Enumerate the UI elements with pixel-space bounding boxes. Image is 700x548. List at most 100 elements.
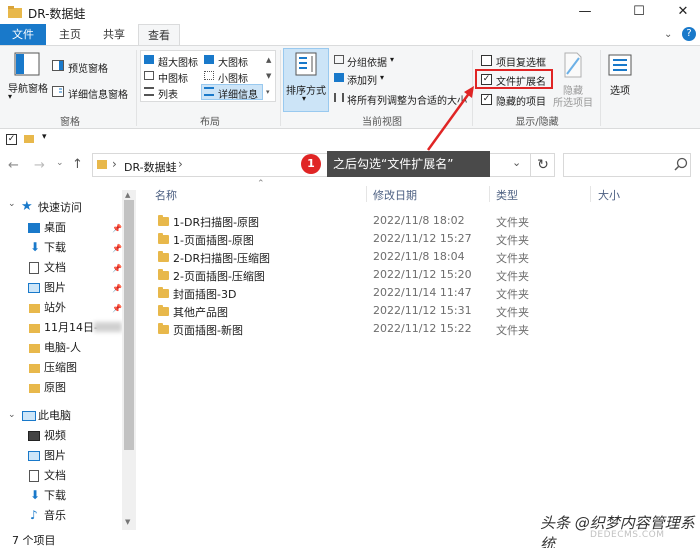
divider: [280, 50, 281, 126]
small-icon: [204, 71, 214, 80]
pin-icon: 📌: [112, 304, 122, 313]
chevron-down-icon[interactable]: ⌄: [8, 199, 16, 209]
file-date: 2022/11/12 15:20: [373, 268, 472, 281]
back-icon[interactable]: ←: [8, 158, 19, 173]
maximize-button[interactable]: ☐: [616, 0, 662, 24]
layout-extra-large[interactable]: 超大图标: [158, 54, 198, 69]
column-name[interactable]: 名称: [155, 187, 177, 203]
folder-icon: [8, 6, 22, 18]
highlight-box: [475, 69, 553, 89]
folder-icon: [29, 304, 40, 313]
minimize-button[interactable]: —: [562, 0, 608, 24]
watermark-site: DEDECMS.COM: [590, 530, 665, 540]
customize-icon[interactable]: ▾: [42, 132, 47, 142]
group-label-show-hide: 显示/隐藏: [515, 117, 559, 128]
file-name: 2-页面插图-压缩图: [173, 270, 265, 283]
column-date[interactable]: 修改日期: [373, 187, 417, 203]
nav-item-computer[interactable]: 电脑-人: [44, 338, 81, 358]
table-row[interactable]: 1-页面插图-原图 2022/11/12 15:27 文件夹: [150, 230, 570, 248]
layout-list[interactable]: 列表: [158, 86, 178, 101]
quick-access-toolbar: [0, 130, 700, 148]
nav-pc-music[interactable]: 音乐: [44, 506, 66, 526]
recent-icon[interactable]: ⌄: [56, 158, 64, 168]
tab-home[interactable]: 主页: [50, 24, 90, 46]
nav-pc-videos[interactable]: 视频: [44, 426, 66, 446]
nav-item-zhanwai[interactable]: 站外: [44, 298, 66, 318]
table-row[interactable]: 1-DR扫描图-原图 2022/11/8 18:02 文件夹: [150, 212, 570, 230]
nav-pane-button[interactable]: 导航窗格: [8, 80, 48, 95]
file-name: 1-DR扫描图-原图: [173, 216, 260, 229]
item-checkbox-toggle[interactable]: [481, 55, 492, 66]
nav-pc-documents[interactable]: 文档: [44, 466, 66, 486]
table-row[interactable]: 其他产品图 2022/11/12 15:31 文件夹: [150, 302, 570, 320]
address-dropdown-icon[interactable]: ⌄: [512, 156, 521, 169]
nav-item-nov14[interactable]: 11月14日-: [44, 318, 98, 338]
nav-this-pc[interactable]: 此电脑: [38, 406, 71, 426]
details-pane-button[interactable]: 详细信息窗格: [68, 86, 128, 101]
column-type[interactable]: 类型: [496, 187, 518, 203]
layout-details[interactable]: 详细信息: [218, 86, 258, 101]
table-row[interactable]: 页面插图-新图 2022/11/12 15:22 文件夹: [150, 320, 570, 338]
breadcrumb-current[interactable]: DR-数据蛙: [124, 159, 177, 175]
folder-icon: [158, 233, 169, 244]
forward-icon[interactable]: →: [34, 158, 45, 173]
file-date: 2022/11/12 15:31: [373, 304, 472, 317]
group-by-button[interactable]: 分组依据: [347, 54, 387, 69]
options-button[interactable]: 选项: [610, 82, 630, 97]
nav-pc-pictures[interactable]: 图片: [44, 446, 66, 466]
preview-pane-button[interactable]: 预览窗格: [68, 60, 108, 75]
folder-icon: [158, 323, 169, 334]
gallery-scroll[interactable]: ▲ ▼ ▾: [266, 52, 274, 100]
desktop-icon: [28, 223, 40, 233]
scroll-down-icon[interactable]: ▼: [125, 518, 130, 526]
close-button[interactable]: ✕: [660, 0, 700, 24]
folder-icon: [29, 364, 40, 373]
table-row[interactable]: 封面插图-3D 2022/11/14 11:47 文件夹: [150, 284, 570, 302]
file-date: 2022/11/8 18:02: [373, 214, 465, 227]
folder-icon: [158, 287, 169, 298]
folder-icon[interactable]: [24, 135, 34, 143]
up-icon[interactable]: ↑: [72, 157, 83, 172]
search-icon[interactable]: [674, 157, 688, 171]
table-row[interactable]: 2-DR扫描图-压缩图 2022/11/8 18:04 文件夹: [150, 248, 570, 266]
file-name: 2-DR扫描图-压缩图: [173, 252, 271, 265]
chevron-down-icon[interactable]: ⌄: [8, 410, 16, 420]
folder-icon: [97, 160, 107, 169]
hide-selected-label: 所选项目: [553, 98, 593, 109]
checkbox-icon[interactable]: ✓: [6, 134, 17, 145]
pin-icon: 📌: [112, 264, 122, 273]
add-column-button[interactable]: 添加列: [347, 72, 377, 87]
folder-icon: [158, 251, 169, 262]
chevron-down-icon[interactable]: ⌄: [664, 29, 672, 40]
help-icon[interactable]: ?: [682, 27, 696, 41]
nav-item-pictures[interactable]: 图片: [44, 278, 66, 298]
column-size[interactable]: 大小: [598, 187, 620, 203]
hidden-items-checkbox[interactable]: ✓: [481, 94, 492, 105]
nav-item-original[interactable]: 原图: [44, 378, 66, 398]
nav-item-compressed[interactable]: 压缩图: [44, 358, 77, 378]
nav-quick-access[interactable]: 快速访问: [38, 198, 82, 218]
layout-medium[interactable]: 中图标: [158, 70, 188, 85]
search-input[interactable]: [563, 153, 691, 177]
details-icon: [204, 87, 214, 96]
nav-item-desktop[interactable]: 桌面: [44, 218, 66, 238]
divider: [489, 186, 490, 202]
tab-file[interactable]: 文件: [0, 24, 46, 46]
file-name: 1-页面插图-原图: [173, 234, 254, 247]
nav-pc-downloads[interactable]: 下载: [44, 486, 66, 506]
scroll-up-icon[interactable]: ▲: [125, 191, 130, 199]
nav-scrollbar-thumb[interactable]: [124, 200, 134, 450]
layout-small[interactable]: 小图标: [218, 70, 248, 85]
tab-view[interactable]: 查看: [138, 24, 180, 46]
file-type: 文件夹: [496, 252, 529, 265]
table-row[interactable]: 2-页面插图-压缩图 2022/11/12 15:20 文件夹: [150, 266, 570, 284]
nav-item-documents[interactable]: 文档: [44, 258, 66, 278]
layout-large[interactable]: 大图标: [218, 54, 248, 69]
tab-share[interactable]: 共享: [94, 24, 134, 46]
refresh-icon[interactable]: ↻: [530, 153, 555, 177]
nav-item-downloads[interactable]: 下载: [44, 238, 66, 258]
sort-icon: [295, 52, 317, 76]
nav-pane-icon[interactable]: [14, 52, 40, 76]
picture-icon: [28, 283, 40, 293]
group-label-layout: 布局: [200, 117, 220, 128]
